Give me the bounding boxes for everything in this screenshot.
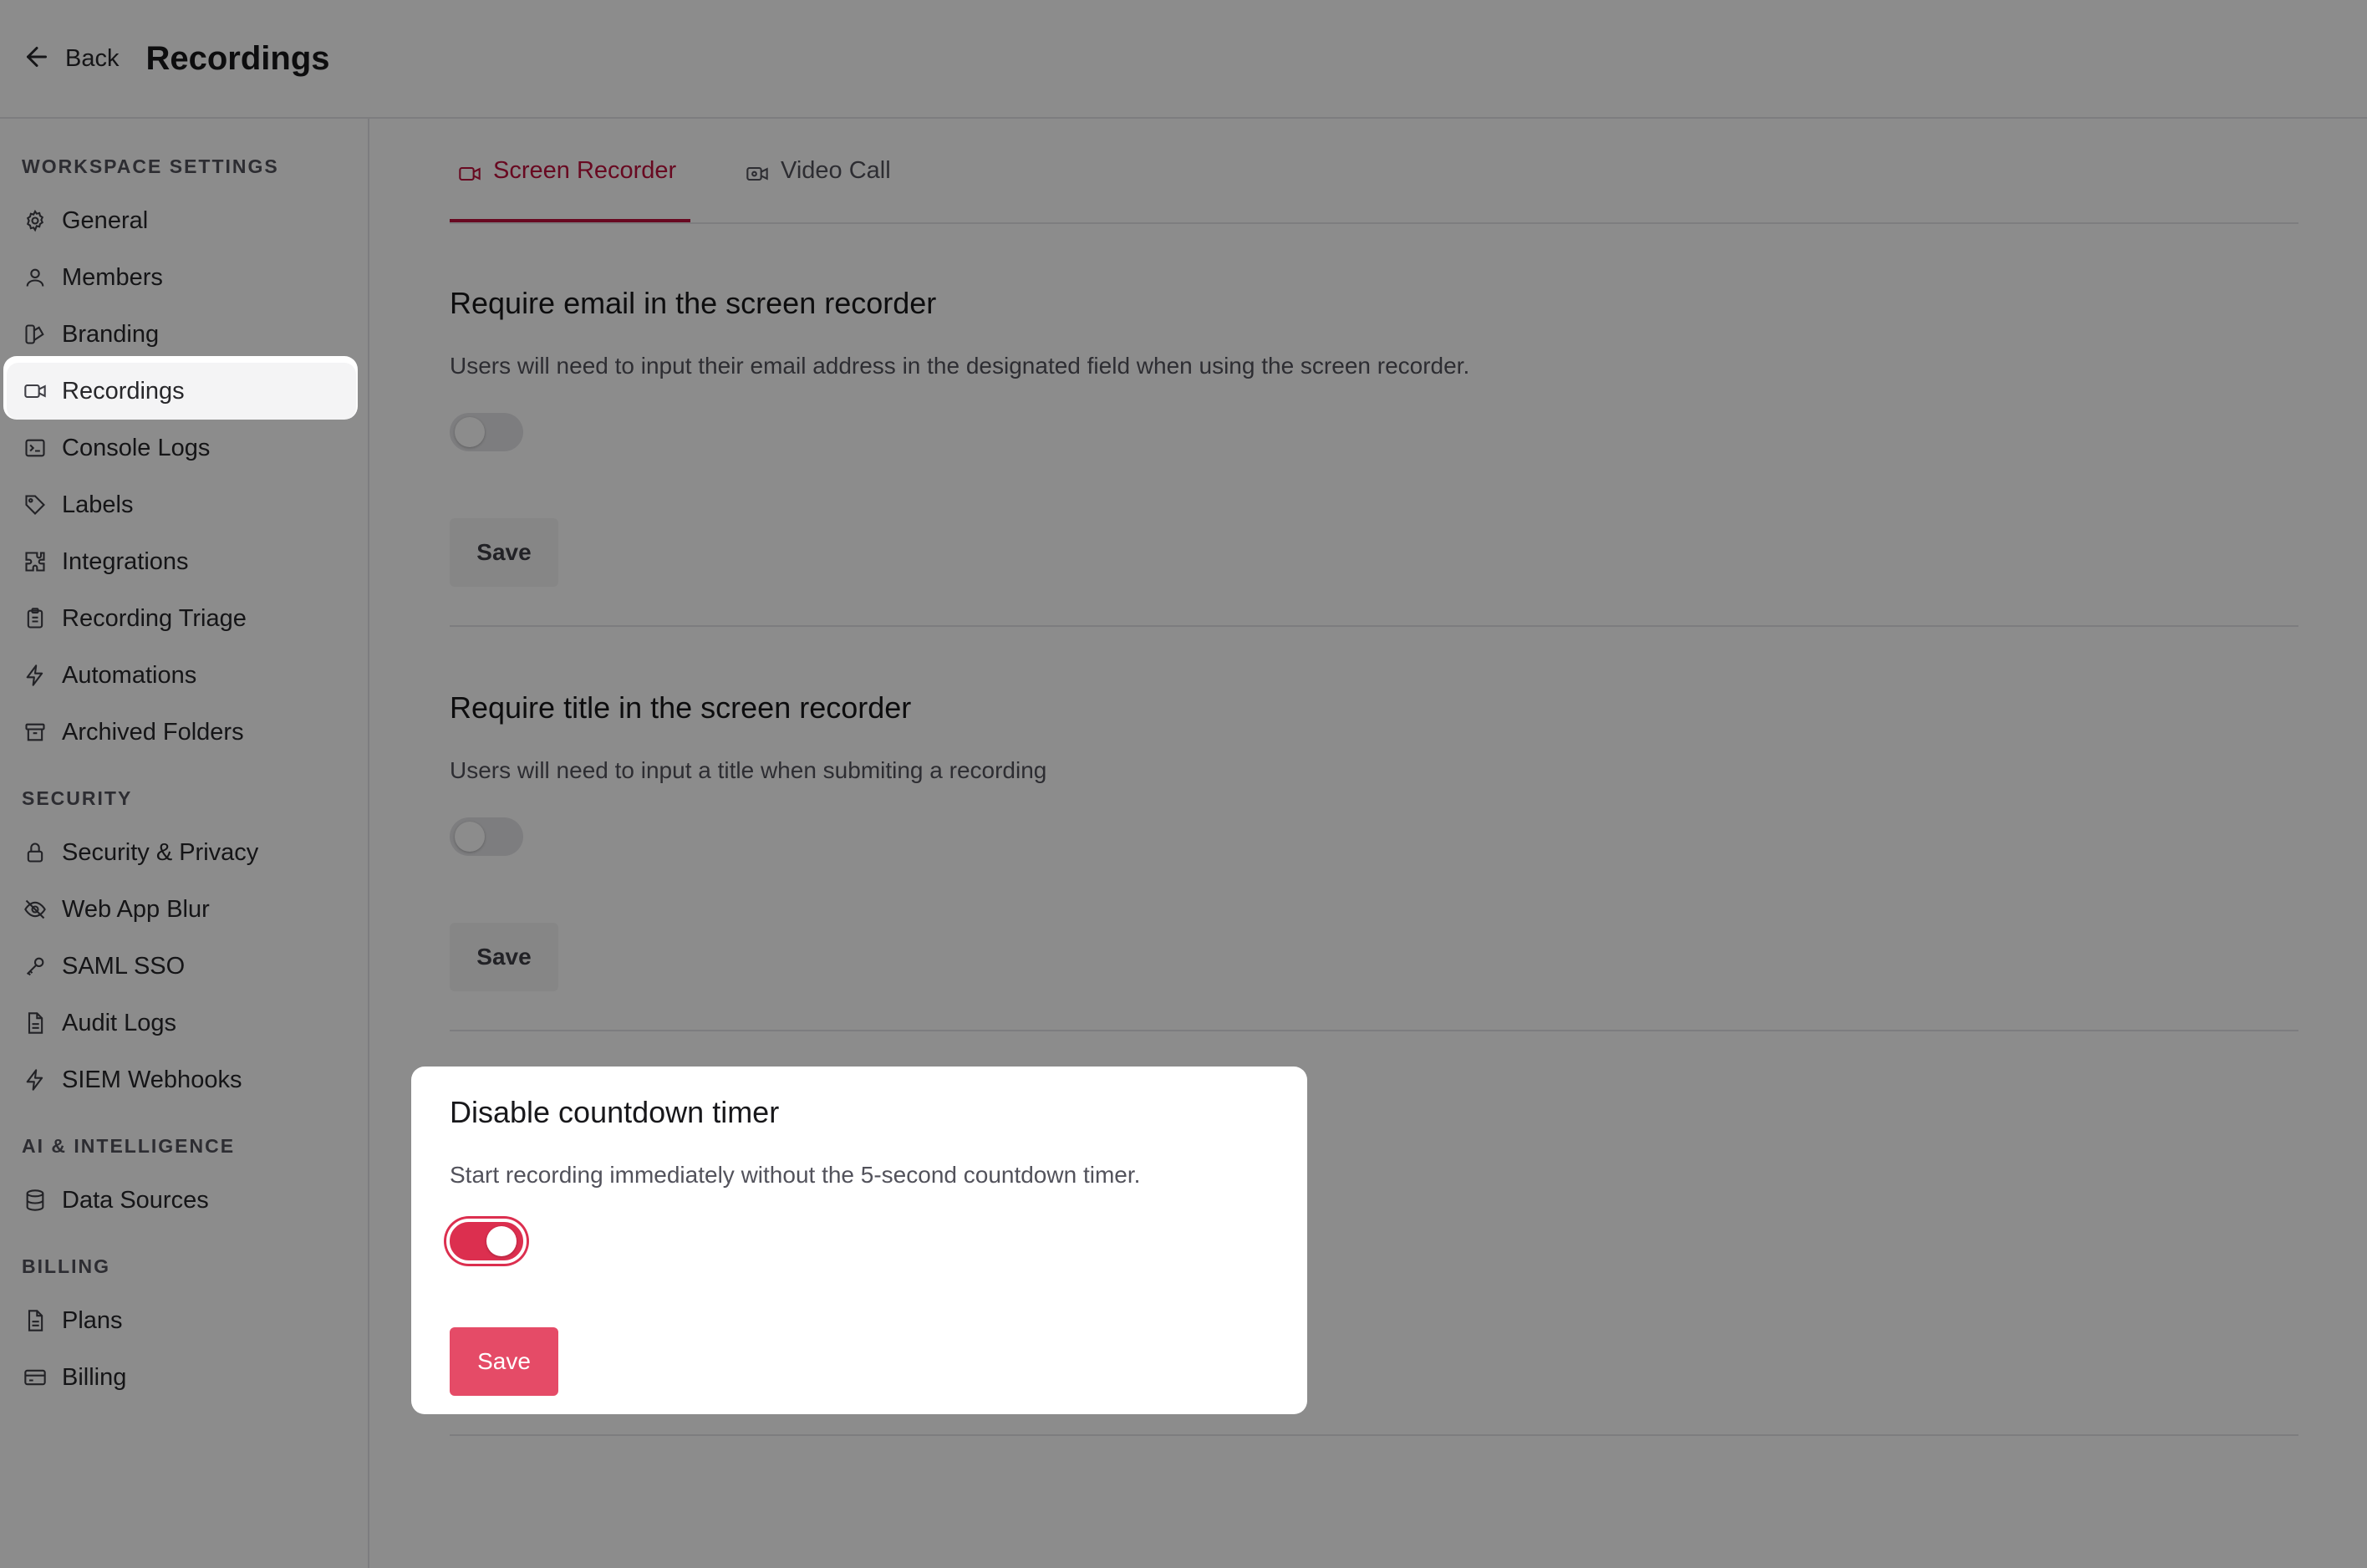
top-header: Back Recordings xyxy=(0,0,2367,119)
terminal-icon xyxy=(22,435,48,461)
divider xyxy=(450,1434,2298,1436)
sidebar-item-saml-sso[interactable]: SAML SSO xyxy=(7,938,356,995)
tab-screen-recorder[interactable]: Screen Recorder xyxy=(450,149,690,222)
page-title: Recordings xyxy=(145,39,330,77)
sidebar-item-label: SAML SSO xyxy=(62,952,186,980)
setting-require-email: Require email in the screen recorder Use… xyxy=(450,286,2298,587)
settings-sidebar: WORKSPACE SETTINGS General Members Brand… xyxy=(0,119,369,1568)
sidebar-item-label: Recording Triage xyxy=(62,604,247,632)
sidebar-item-label: Members xyxy=(62,263,163,291)
sidebar-item-label: Plans xyxy=(62,1306,123,1334)
sidebar-item-integrations[interactable]: Integrations xyxy=(7,533,356,590)
sidebar-item-label: Archived Folders xyxy=(62,718,244,746)
tab-label: Video Call xyxy=(781,157,891,184)
setting-title: Require title in the screen recorder xyxy=(450,690,912,725)
recording-tabs: Screen Recorder Video Call xyxy=(450,119,2298,224)
gear-icon xyxy=(22,207,48,234)
sidebar-item-security-privacy[interactable]: Security & Privacy xyxy=(7,824,356,881)
sidebar-item-label: Audit Logs xyxy=(62,1009,177,1036)
lightning-icon xyxy=(22,1067,48,1093)
clipboard-icon xyxy=(22,605,48,632)
toggle-knob xyxy=(455,822,485,852)
disable-countdown-toggle[interactable] xyxy=(446,1219,527,1264)
video-icon xyxy=(458,162,481,190)
setting-description: Start recording immediately without the … xyxy=(450,1162,1141,1188)
tag-icon xyxy=(22,491,48,518)
section-title-billing: BILLING xyxy=(22,1255,110,1277)
sidebar-item-billing[interactable]: Billing xyxy=(7,1349,356,1406)
setting-require-title: Require title in the screen recorder Use… xyxy=(450,690,2298,991)
sidebar-item-label: Security & Privacy xyxy=(62,838,259,866)
sidebar-item-siem-webhooks[interactable]: SIEM Webhooks xyxy=(7,1051,356,1108)
sidebar-item-label: Integrations xyxy=(62,547,189,575)
document-icon xyxy=(22,1307,48,1334)
app-root: Back Recordings WORKSPACE SETTINGS Gener… xyxy=(0,0,2367,1568)
credit-card-icon xyxy=(22,1364,48,1391)
archive-icon xyxy=(22,719,48,746)
setting-description: Users will need to input a title when su… xyxy=(450,757,1047,783)
sidebar-item-label: Recordings xyxy=(62,377,185,405)
toggle-knob xyxy=(455,417,485,447)
setting-disable-countdown: Disable countdown timer Start recording … xyxy=(446,1095,2298,1396)
users-icon xyxy=(22,264,48,291)
save-button[interactable]: Save xyxy=(450,1327,558,1396)
back-button[interactable]: Back xyxy=(22,42,119,76)
sidebar-item-data-sources[interactable]: Data Sources xyxy=(7,1172,356,1229)
tab-label: Screen Recorder xyxy=(493,157,677,184)
save-button[interactable]: Save xyxy=(450,518,558,587)
sidebar-item-audit-logs[interactable]: Audit Logs xyxy=(7,995,356,1051)
setting-title: Require email in the screen recorder xyxy=(450,286,937,320)
lock-icon xyxy=(22,839,48,866)
sidebar-item-label: Console Logs xyxy=(62,434,211,461)
puzzle-icon xyxy=(22,548,48,575)
sidebar-item-archived-folders[interactable]: Archived Folders xyxy=(7,704,356,761)
database-icon xyxy=(22,1187,48,1214)
setting-title: Disable countdown timer xyxy=(450,1095,780,1129)
palette-icon xyxy=(22,321,48,348)
sidebar-item-members[interactable]: Members xyxy=(7,249,356,306)
main-content: Screen Recorder Video Call Require email… xyxy=(371,119,2367,1568)
sidebar-item-label: Automations xyxy=(62,661,197,689)
sidebar-item-web-app-blur[interactable]: Web App Blur xyxy=(7,881,356,938)
divider xyxy=(450,1030,2298,1031)
require-email-toggle[interactable] xyxy=(450,413,523,451)
toggle-knob xyxy=(486,1226,517,1256)
tab-video-call[interactable]: Video Call xyxy=(737,149,921,222)
key-icon xyxy=(22,953,48,980)
eye-off-icon xyxy=(22,896,48,923)
sidebar-item-labels[interactable]: Labels xyxy=(7,476,356,533)
sidebar-item-general[interactable]: General xyxy=(7,192,356,249)
sidebar-item-label: General xyxy=(62,206,149,234)
sidebar-item-branding[interactable]: Branding xyxy=(7,306,356,363)
document-icon xyxy=(22,1010,48,1036)
sidebar-item-label: Web App Blur xyxy=(62,895,210,923)
arrow-left-icon xyxy=(22,42,52,76)
back-label: Back xyxy=(65,44,120,72)
sidebar-item-label: Branding xyxy=(62,320,160,348)
sidebar-item-label: Billing xyxy=(62,1363,127,1391)
section-title-workspace-settings: WORKSPACE SETTINGS xyxy=(22,155,279,177)
video-icon xyxy=(22,378,48,405)
lightning-icon xyxy=(22,662,48,689)
sidebar-item-plans[interactable]: Plans xyxy=(7,1292,356,1349)
video-call-icon xyxy=(746,162,769,190)
sidebar-item-automations[interactable]: Automations xyxy=(7,647,356,704)
save-button[interactable]: Save xyxy=(450,923,558,991)
require-title-toggle[interactable] xyxy=(450,817,523,856)
divider xyxy=(450,625,2298,627)
sidebar-item-recordings[interactable]: Recordings xyxy=(7,363,356,420)
section-title-security: SECURITY xyxy=(22,787,133,809)
sidebar-item-recording-triage[interactable]: Recording Triage xyxy=(7,590,356,647)
sidebar-item-label: SIEM Webhooks xyxy=(62,1066,242,1093)
setting-description: Users will need to input their email add… xyxy=(450,353,1470,379)
sidebar-item-label: Labels xyxy=(62,491,134,518)
section-title-ai-intelligence: AI & INTELLIGENCE xyxy=(22,1135,236,1157)
sidebar-item-console-logs[interactable]: Console Logs xyxy=(7,420,356,476)
sidebar-item-label: Data Sources xyxy=(62,1186,209,1214)
